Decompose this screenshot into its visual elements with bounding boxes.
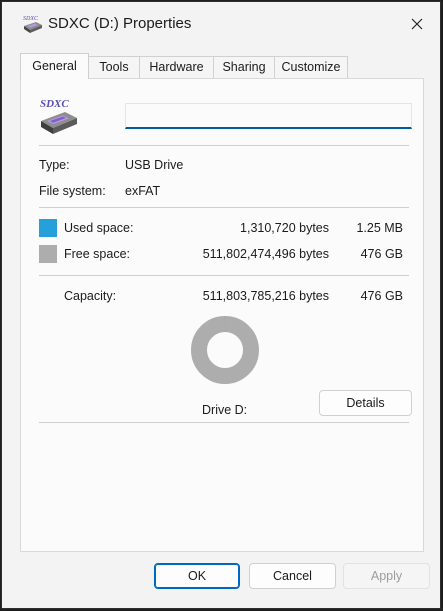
- tab-hardware[interactable]: Hardware: [139, 56, 214, 78]
- free-space-label: Free space:: [64, 247, 131, 261]
- sd-card-drive-icon: SDXC: [40, 98, 77, 134]
- free-space-size: 476 GB: [360, 247, 403, 261]
- title-bar[interactable]: SDXC SDXC (D:) Properties: [2, 2, 440, 46]
- details-button[interactable]: Details: [319, 390, 412, 416]
- type-label: Type:: [39, 158, 70, 172]
- capacity-size: 476 GB: [360, 289, 403, 303]
- tab-sharing[interactable]: Sharing: [213, 56, 275, 78]
- volume-name-input[interactable]: [125, 103, 412, 129]
- window-title: SDXC (D:) Properties: [48, 15, 192, 32]
- close-button[interactable]: [394, 2, 440, 46]
- filesystem-value: exFAT: [125, 184, 161, 198]
- separator: [39, 275, 409, 276]
- filesystem-label: File system:: [39, 184, 106, 198]
- separator: [39, 422, 409, 423]
- capacity-bytes: 511,803,785,216 bytes: [202, 289, 329, 303]
- properties-dialog: SDXC SDXC (D:) Properties General Tools …: [1, 1, 441, 609]
- sd-card-drive-icon: SDXC: [23, 16, 42, 33]
- type-value: USB Drive: [125, 158, 184, 172]
- tab-general[interactable]: General: [20, 53, 89, 79]
- tab-customize[interactable]: Customize: [274, 56, 348, 78]
- free-space-bytes: 511,802,474,496 bytes: [202, 247, 329, 261]
- separator: [39, 145, 409, 146]
- drive-icon-label: SDXC: [40, 98, 69, 110]
- cancel-button[interactable]: Cancel: [249, 563, 336, 589]
- capacity-label: Capacity:: [64, 289, 117, 303]
- general-tab-panel: SDXC Type: USB Drive File system: exFAT …: [20, 78, 424, 552]
- free-space-swatch: [39, 245, 57, 263]
- used-space-size: 1.25 MB: [356, 221, 403, 235]
- capacity-donut-chart: [191, 316, 259, 384]
- used-space-label: Used space:: [64, 221, 134, 235]
- free-space-ring: [191, 316, 259, 384]
- used-space-bytes: 1,310,720 bytes: [240, 221, 329, 235]
- drive-label: Drive D:: [202, 403, 248, 417]
- apply-button[interactable]: Apply: [343, 563, 430, 589]
- ok-button[interactable]: OK: [154, 563, 240, 589]
- tab-tools[interactable]: Tools: [88, 56, 140, 78]
- close-icon: [411, 18, 423, 30]
- svg-text:SDXC: SDXC: [23, 16, 39, 22]
- separator: [39, 207, 409, 208]
- used-space-swatch: [39, 219, 57, 237]
